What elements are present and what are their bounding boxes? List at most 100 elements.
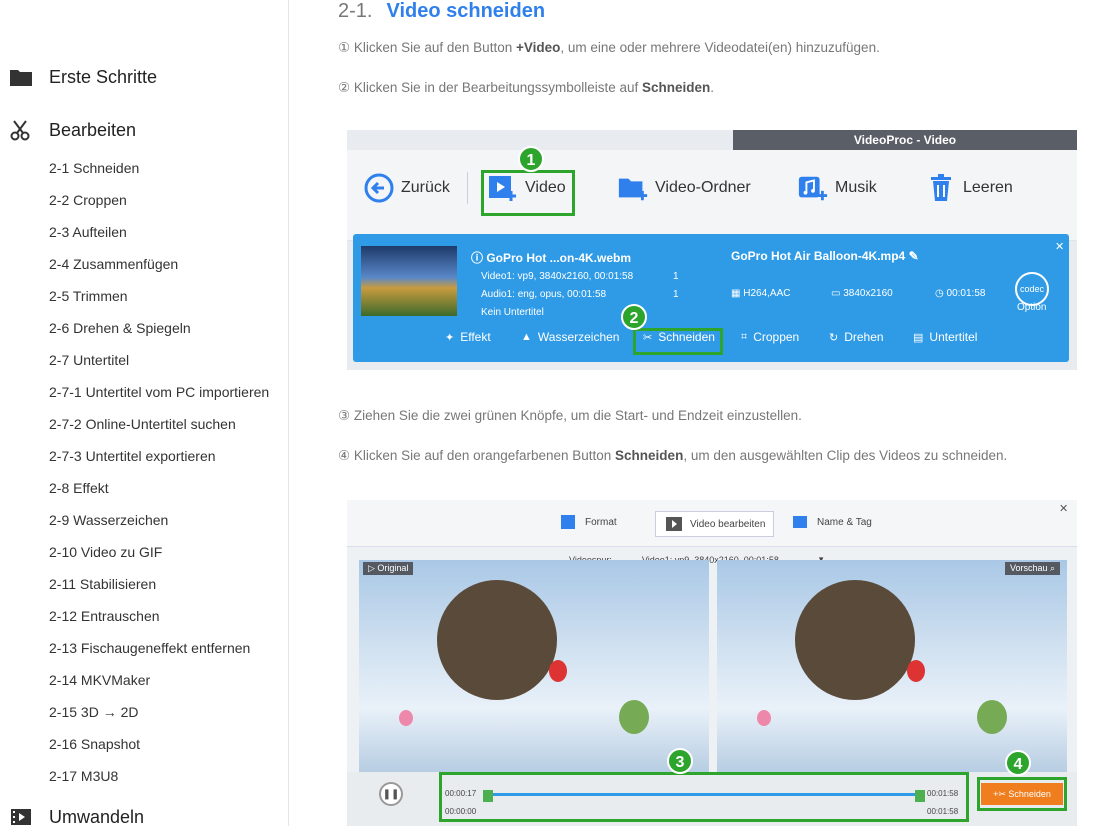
sidebar-item[interactable]: 2-16 Snapshot — [49, 736, 140, 752]
step-bold: +Video — [515, 40, 561, 55]
highlight-cut-button — [977, 777, 1067, 811]
sidebar-item[interactable]: 2-2 Croppen — [49, 192, 127, 208]
tab-name-tag-label: Name & Tag — [817, 516, 872, 528]
film-icon — [664, 516, 684, 532]
step-bold: Schneiden — [642, 80, 711, 95]
pencil-icon[interactable]: ✎ — [905, 249, 919, 263]
close-icon[interactable]: ✕ — [1055, 240, 1064, 253]
film-icon: ▦ — [731, 288, 744, 299]
video-track-info: Video1: vp9, 3840x2160, 00:01:58 — [481, 271, 634, 282]
output-filename[interactable]: GoPro Hot Air Balloon-4K.mp4 ✎ — [731, 249, 919, 263]
back-button[interactable]: Zurück — [363, 172, 450, 204]
page-title: 2-1. Video schneiden — [338, 0, 545, 23]
codec-option-button[interactable]: codec — [1015, 272, 1049, 306]
film-icon — [8, 806, 34, 828]
clock-icon: ◷ — [935, 288, 947, 299]
toolbar-divider — [467, 172, 468, 204]
close-icon[interactable]: ✕ — [1059, 502, 1068, 515]
sidebar-item[interactable]: 2-3 Aufteilen — [49, 224, 127, 240]
sidebar-item[interactable]: 2-10 Video zu GIF — [49, 544, 162, 560]
original-label-text: Original — [377, 563, 409, 573]
sidebar: Erste Schritte Bearbeiten 2-1 Schneiden … — [0, 0, 289, 828]
codec-text: H264,AAC — [743, 288, 791, 299]
step-badge-1: 1 — [518, 146, 544, 172]
step-4: ④ Klicken Sie auf den orangefarbenen But… — [338, 448, 1007, 464]
sidebar-item[interactable]: 2-15 3D → 2D — [49, 704, 138, 720]
step-text: ① Klicken Sie auf den Button — [338, 40, 516, 55]
sidebar-section-getting-started[interactable]: Erste Schritte — [8, 66, 157, 88]
preview-label-text: Vorschau — [1010, 563, 1048, 573]
sidebar-item[interactable]: 2-17 M3U8 — [49, 768, 118, 784]
effect-button[interactable]: ✦ Effekt — [445, 330, 491, 344]
tab-format[interactable]: Format — [559, 514, 617, 530]
sidebar-section-convert[interactable]: Umwandeln — [8, 806, 144, 828]
info-icon: ⓘ — [471, 251, 487, 265]
sidebar-item[interactable]: 2-11 Stabilisieren — [49, 576, 156, 592]
video-thumbnail — [361, 246, 457, 316]
music-label: Musik — [835, 179, 877, 196]
video-folder-button[interactable]: Video-Ordner — [617, 172, 751, 204]
resolution-icon: ▭ — [831, 288, 844, 299]
watermark-button[interactable]: ▲ Wasserzeichen — [521, 330, 619, 344]
sidebar-item[interactable]: 2-7-2 Online-Untertitel suchen — [49, 416, 236, 432]
subtitle-button[interactable]: ▤ Untertitel — [913, 330, 977, 344]
section-title: Video schneiden — [386, 0, 546, 22]
search-icon: ⌕ — [1050, 563, 1056, 573]
option-label: Option — [1017, 302, 1047, 313]
highlight-video-button — [481, 170, 575, 216]
balloon-image — [977, 700, 1007, 734]
clear-label: Leeren — [963, 179, 1013, 196]
original-video-pane — [359, 560, 709, 772]
sidebar-item[interactable]: 2-5 Trimmen — [49, 288, 128, 304]
rotate-button[interactable]: ↻ Drehen — [829, 330, 884, 344]
crop-button[interactable]: ⌗ Croppen — [741, 330, 799, 344]
crop-icon: ⌗ — [741, 330, 748, 343]
sidebar-item[interactable]: 2-7-1 Untertitel vom PC importieren — [49, 384, 269, 400]
output-codec: ▦ H264,AAC — [731, 288, 790, 299]
sidebar-item[interactable]: 2-1 Schneiden — [49, 160, 139, 176]
sidebar-item[interactable]: 2-7-3 Untertitel exportieren — [49, 448, 216, 464]
step-1: ① Klicken Sie auf den Button +Video, um … — [338, 40, 880, 56]
tag-icon — [791, 514, 811, 530]
sidebar-section-edit[interactable]: Bearbeiten — [8, 119, 136, 141]
section-number: 2-1. — [338, 0, 373, 22]
step-badge-2: 2 — [621, 304, 647, 330]
sidebar-item[interactable]: 2-4 Zusammenfügen — [49, 256, 178, 272]
pause-button[interactable]: ❚❚ — [379, 782, 403, 806]
highlight-cut-button — [633, 328, 723, 355]
track-count-badge: 1 — [673, 271, 679, 282]
window-title: VideoProc - Video — [733, 130, 1077, 150]
sidebar-item[interactable]: 2-12 Entrauschen — [49, 608, 160, 624]
format-icon — [559, 514, 579, 530]
arrow-left-icon — [363, 172, 395, 204]
tab-format-label: Format — [585, 516, 617, 528]
sidebar-item[interactable]: 2-6 Drehen & Spiegeln — [49, 320, 191, 336]
balloon-image — [757, 710, 771, 726]
output-duration: ◷ 00:01:58 — [935, 288, 985, 299]
tab-name-tag[interactable]: Name & Tag — [791, 514, 872, 530]
sidebar-item[interactable]: 2-13 Fischaugeneffekt entfernen — [49, 640, 250, 656]
sidebar-item[interactable]: 2-7 Untertitel — [49, 352, 129, 368]
preview-button[interactable]: Vorschau ⌕ — [1005, 562, 1061, 575]
clear-button[interactable]: Leeren — [925, 172, 1013, 204]
output-resolution: ▭ 3840x2160 — [831, 288, 893, 299]
sidebar-item[interactable]: 2-14 MKVMaker — [49, 672, 150, 688]
sidebar-item[interactable]: 2-8 Effekt — [49, 480, 109, 496]
step-text: ③ Ziehen Sie die zwei grünen Knöpfe, um … — [338, 408, 802, 423]
video-folder-label: Video-Ordner — [655, 179, 751, 196]
highlight-timeline — [439, 772, 969, 822]
preview-video-pane — [717, 560, 1067, 772]
original-label: ▷ Original — [363, 562, 414, 575]
tab-edit-video[interactable]: Video bearbeiten — [655, 511, 775, 537]
balloon-image — [437, 580, 557, 700]
sidebar-item[interactable]: 2-9 Wasserzeichen — [49, 512, 168, 528]
balloon-image — [399, 710, 413, 726]
output-filename-text: GoPro Hot Air Balloon-4K.mp4 — [731, 249, 906, 263]
music-button[interactable]: Musik — [797, 172, 877, 204]
step-badge-3: 3 — [667, 748, 693, 774]
balloon-image — [907, 660, 925, 682]
source-filename-text: GoPro Hot ...on-4K.webm — [486, 251, 632, 265]
sidebar-section-label: Erste Schritte — [49, 66, 158, 87]
subtitle-track-info[interactable]: Kein Untertitel — [481, 307, 544, 318]
balloon-image — [619, 700, 649, 734]
